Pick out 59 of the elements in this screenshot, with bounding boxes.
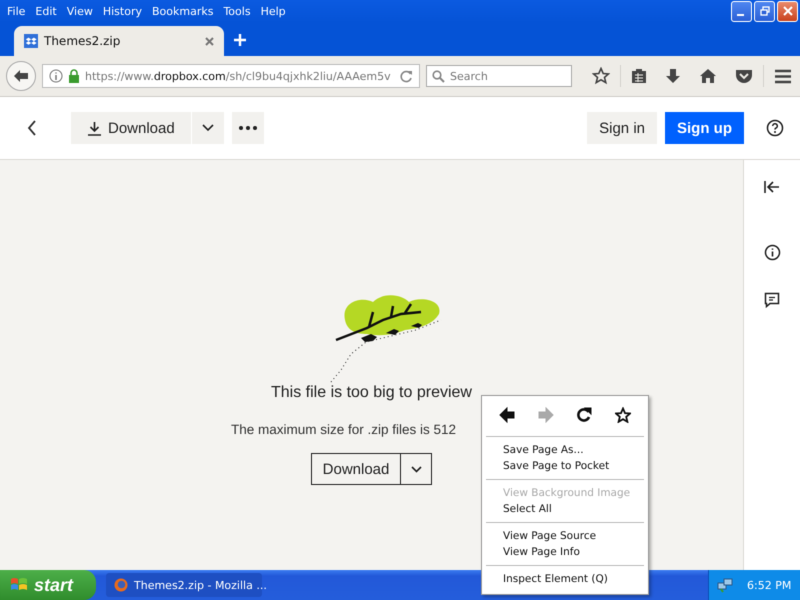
plus-icon[interactable] xyxy=(234,34,246,46)
url-text: https://www.dropbox.com/sh/cl9bu4qjxhk2liu/AAAem5v xyxy=(85,70,391,82)
menu-item[interactable]: File xyxy=(2,4,30,18)
clock-text: 6:52 PM xyxy=(747,578,792,592)
search-field[interactable]: Search xyxy=(426,65,572,87)
restore-button[interactable] xyxy=(754,0,775,22)
menu-item[interactable]: Bookmarks xyxy=(146,4,218,18)
back-button[interactable] xyxy=(6,61,36,91)
home-icon[interactable] xyxy=(699,68,717,84)
pocket-icon[interactable] xyxy=(735,68,753,84)
context-menu-item[interactable]: Save Page to Pocket xyxy=(482,458,648,474)
help-icon[interactable] xyxy=(766,119,784,137)
minimize-icon xyxy=(736,14,744,16)
search-icon xyxy=(432,70,445,83)
download-button[interactable]: Download xyxy=(71,112,191,144)
comment-icon[interactable] xyxy=(764,292,780,308)
context-menu-item[interactable]: Select All xyxy=(482,501,648,517)
close-icon[interactable] xyxy=(205,36,214,46)
context-menu-item[interactable]: View Page Info xyxy=(482,544,648,560)
close-button[interactable] xyxy=(777,0,798,22)
sign-up-button[interactable]: Sign up xyxy=(665,112,744,144)
star-icon[interactable] xyxy=(592,67,610,85)
preview-title: This file is too big to preview xyxy=(271,384,472,402)
menu-icon[interactable] xyxy=(774,68,792,84)
reload-icon[interactable] xyxy=(576,407,592,423)
windows-flag-icon xyxy=(10,577,28,593)
browser-tab[interactable]: Themes2.zip xyxy=(14,26,224,56)
size-limit-message: The maximum size for .zip files is 512 xyxy=(230,422,458,437)
context-menu-item[interactable]: Inspect Element (Q) xyxy=(482,571,648,587)
menu-item[interactable]: Help xyxy=(256,4,291,18)
clipboard-icon[interactable] xyxy=(631,68,647,84)
box-logo-icon xyxy=(24,34,38,48)
network-icon[interactable] xyxy=(717,577,733,593)
back-chevron-icon[interactable] xyxy=(27,120,37,136)
dropdown-button[interactable] xyxy=(192,112,224,144)
minimize-button[interactable] xyxy=(731,0,752,22)
menu-item[interactable]: History xyxy=(98,4,147,18)
close-icon xyxy=(782,6,792,16)
back-arrow-icon[interactable] xyxy=(499,407,516,423)
menu-item[interactable]: View xyxy=(62,4,98,18)
browser-logo-icon xyxy=(114,578,128,592)
ellipsis-icon xyxy=(238,126,257,130)
padlock-icon xyxy=(68,69,80,83)
back-arrow-icon xyxy=(13,69,29,83)
context-menu-item[interactable]: Save Page As... xyxy=(482,442,648,458)
chevron-down-icon xyxy=(410,466,422,472)
restore-icon xyxy=(760,6,770,16)
star-icon[interactable] xyxy=(614,407,631,423)
context-menu-item[interactable]: View Page Source xyxy=(482,528,648,544)
more-button[interactable] xyxy=(232,112,264,144)
menu-item[interactable]: Edit xyxy=(30,4,62,18)
tab-title: Themes2.zip xyxy=(44,34,122,48)
sign-in-button[interactable]: Sign in xyxy=(587,112,657,144)
collapse-panel-icon[interactable] xyxy=(764,180,780,194)
download-arrow-icon[interactable] xyxy=(665,68,681,84)
chevron-down-icon xyxy=(202,124,214,132)
menu-item[interactable]: Tools xyxy=(218,4,256,18)
download-icon xyxy=(87,120,102,136)
info-icon[interactable] xyxy=(764,244,780,261)
